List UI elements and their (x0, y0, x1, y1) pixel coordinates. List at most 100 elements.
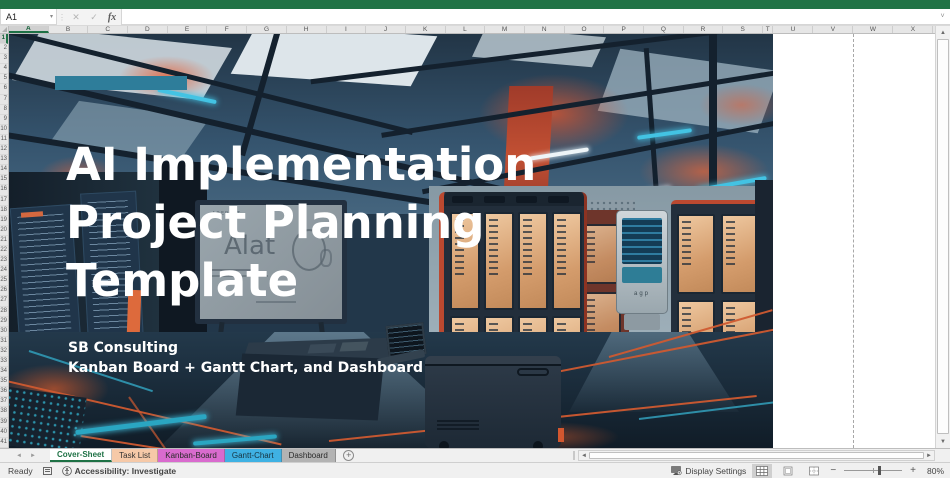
zoom-slider[interactable] (844, 466, 903, 475)
row-header-6[interactable]: 6 (0, 84, 8, 95)
scroll-right-icon[interactable]: ► (924, 451, 934, 460)
formula-input[interactable] (121, 9, 935, 25)
row-header-16[interactable]: 16 (0, 185, 8, 196)
row-header-33[interactable]: 33 (0, 357, 8, 368)
row-header-24[interactable]: 24 (0, 266, 8, 277)
page-layout-view-button[interactable] (778, 464, 798, 478)
row-header-34[interactable]: 34 (0, 367, 8, 378)
accessibility-status[interactable]: Accessibility: Investigate (61, 466, 176, 476)
row-header-10[interactable]: 10 (0, 125, 8, 135)
column-header-T[interactable]: T (763, 26, 774, 33)
column-header-H[interactable]: H (287, 26, 327, 33)
row-header-20[interactable]: 20 (0, 226, 8, 236)
formula-bar-expand-icon[interactable]: ˅ (935, 9, 950, 25)
row-header-4[interactable]: 4 (0, 64, 8, 75)
row-header-23[interactable]: 23 (0, 256, 8, 267)
row-header-1[interactable]: 1 (0, 34, 8, 45)
insert-function-icon[interactable]: fx (103, 9, 121, 25)
tab-nav-left-icon[interactable]: ◄ (12, 449, 26, 462)
row-header-31[interactable]: 31 (0, 337, 8, 347)
row-header-39[interactable]: 39 (0, 418, 8, 428)
normal-view-button[interactable] (752, 463, 773, 478)
row-header-32[interactable]: 32 (0, 347, 8, 357)
column-header-G[interactable]: G (247, 26, 287, 33)
column-header-E[interactable]: E (168, 26, 208, 33)
row-header-5[interactable]: 5 (0, 74, 8, 85)
sheet-tab-task-list[interactable]: Task List (112, 449, 159, 462)
sheet-tab-gantt-chart[interactable]: Gantt-Chart (224, 449, 282, 462)
macro-record-icon[interactable] (42, 466, 52, 475)
scroll-down-icon[interactable]: ▼ (936, 435, 950, 448)
cancel-icon[interactable]: ✕ (67, 9, 85, 25)
row-header-2[interactable]: 2 (0, 44, 8, 55)
column-header-Q[interactable]: Q (644, 26, 684, 33)
column-header-M[interactable]: M (485, 26, 525, 33)
row-header-41[interactable]: 41 (0, 438, 8, 448)
row-header-29[interactable]: 29 (0, 317, 8, 327)
row-header-40[interactable]: 40 (0, 428, 8, 438)
row-header-12[interactable]: 12 (0, 145, 8, 156)
row-header-22[interactable]: 22 (0, 246, 8, 257)
name-box-dropdown-icon[interactable]: ▾ (50, 14, 53, 20)
sheet-grid[interactable]: Alat AREPATT agp AI Implementation Proje… (0, 34, 950, 448)
row-header-21[interactable]: 21 (0, 236, 8, 246)
row-header-37[interactable]: 37 (0, 397, 8, 408)
row-header-18[interactable]: 18 (0, 206, 8, 216)
row-header-17[interactable]: 17 (0, 196, 8, 206)
column-header-C[interactable]: C (88, 26, 129, 33)
add-sheet-button[interactable]: + (336, 449, 362, 462)
row-header-15[interactable]: 15 (0, 175, 8, 186)
row-header-36[interactable]: 36 (0, 387, 8, 398)
row-header-8[interactable]: 8 (0, 105, 8, 115)
column-header-R[interactable]: R (684, 26, 724, 33)
row-header-7[interactable]: 7 (0, 95, 8, 105)
sheet-tab-cover-sheet[interactable]: Cover-Sheet (50, 449, 113, 462)
column-header-B[interactable]: B (49, 26, 89, 33)
column-header-V[interactable]: V (813, 26, 854, 33)
row-header-13[interactable]: 13 (0, 155, 8, 166)
select-all-button[interactable] (0, 26, 9, 33)
row-header-14[interactable]: 14 (0, 165, 8, 176)
horizontal-scrollbar-thumb[interactable] (589, 452, 924, 459)
column-header-N[interactable]: N (525, 26, 565, 33)
vertical-scrollbar-thumb[interactable] (937, 39, 949, 434)
zoom-level[interactable]: 80% (922, 466, 944, 476)
row-header-38[interactable]: 38 (0, 407, 8, 418)
column-header-O[interactable]: O (565, 26, 605, 33)
name-box[interactable]: A1 ▾ (0, 9, 57, 25)
row-header-28[interactable]: 28 (0, 307, 8, 317)
row-header-25[interactable]: 25 (0, 276, 8, 287)
enter-icon[interactable]: ✓ (85, 9, 103, 25)
tab-scroll-splitter[interactable] (573, 451, 575, 460)
vertical-scrollbar[interactable]: ▲ ▼ (935, 26, 950, 448)
column-header-I[interactable]: I (327, 26, 367, 33)
sheet-tab-kanban-board[interactable]: Kanban-Board (158, 449, 225, 462)
zoom-out-icon[interactable]: − (830, 465, 836, 476)
display-settings-button[interactable]: Display Settings (671, 466, 746, 476)
scroll-up-icon[interactable]: ▲ (936, 26, 950, 39)
column-header-W[interactable]: W (853, 26, 894, 33)
row-header-11[interactable]: 11 (0, 135, 8, 146)
tab-nav-right-icon[interactable]: ► (26, 449, 40, 462)
page-break-view-button[interactable] (804, 464, 824, 478)
row-header-30[interactable]: 30 (0, 327, 8, 337)
zoom-in-icon[interactable]: + (910, 465, 916, 476)
column-header-F[interactable]: F (207, 26, 248, 33)
row-header-35[interactable]: 35 (0, 377, 8, 388)
zoom-slider-thumb[interactable] (877, 466, 881, 475)
column-header-A[interactable]: A (9, 26, 49, 33)
row-header-9[interactable]: 9 (0, 115, 8, 125)
column-header-X[interactable]: X (893, 26, 934, 33)
column-header-U[interactable]: U (773, 26, 814, 33)
column-header-S[interactable]: S (723, 26, 764, 33)
column-header-J[interactable]: J (366, 26, 406, 33)
row-header-26[interactable]: 26 (0, 286, 8, 297)
scroll-left-icon[interactable]: ◄ (579, 451, 589, 460)
horizontal-scrollbar[interactable]: ◄ ► (578, 450, 935, 461)
column-header-P[interactable]: P (604, 26, 644, 33)
row-header-19[interactable]: 19 (0, 216, 8, 226)
column-header-D[interactable]: D (128, 26, 168, 33)
row-header-3[interactable]: 3 (0, 54, 8, 65)
column-header-K[interactable]: K (406, 26, 446, 33)
column-header-L[interactable]: L (446, 26, 486, 33)
